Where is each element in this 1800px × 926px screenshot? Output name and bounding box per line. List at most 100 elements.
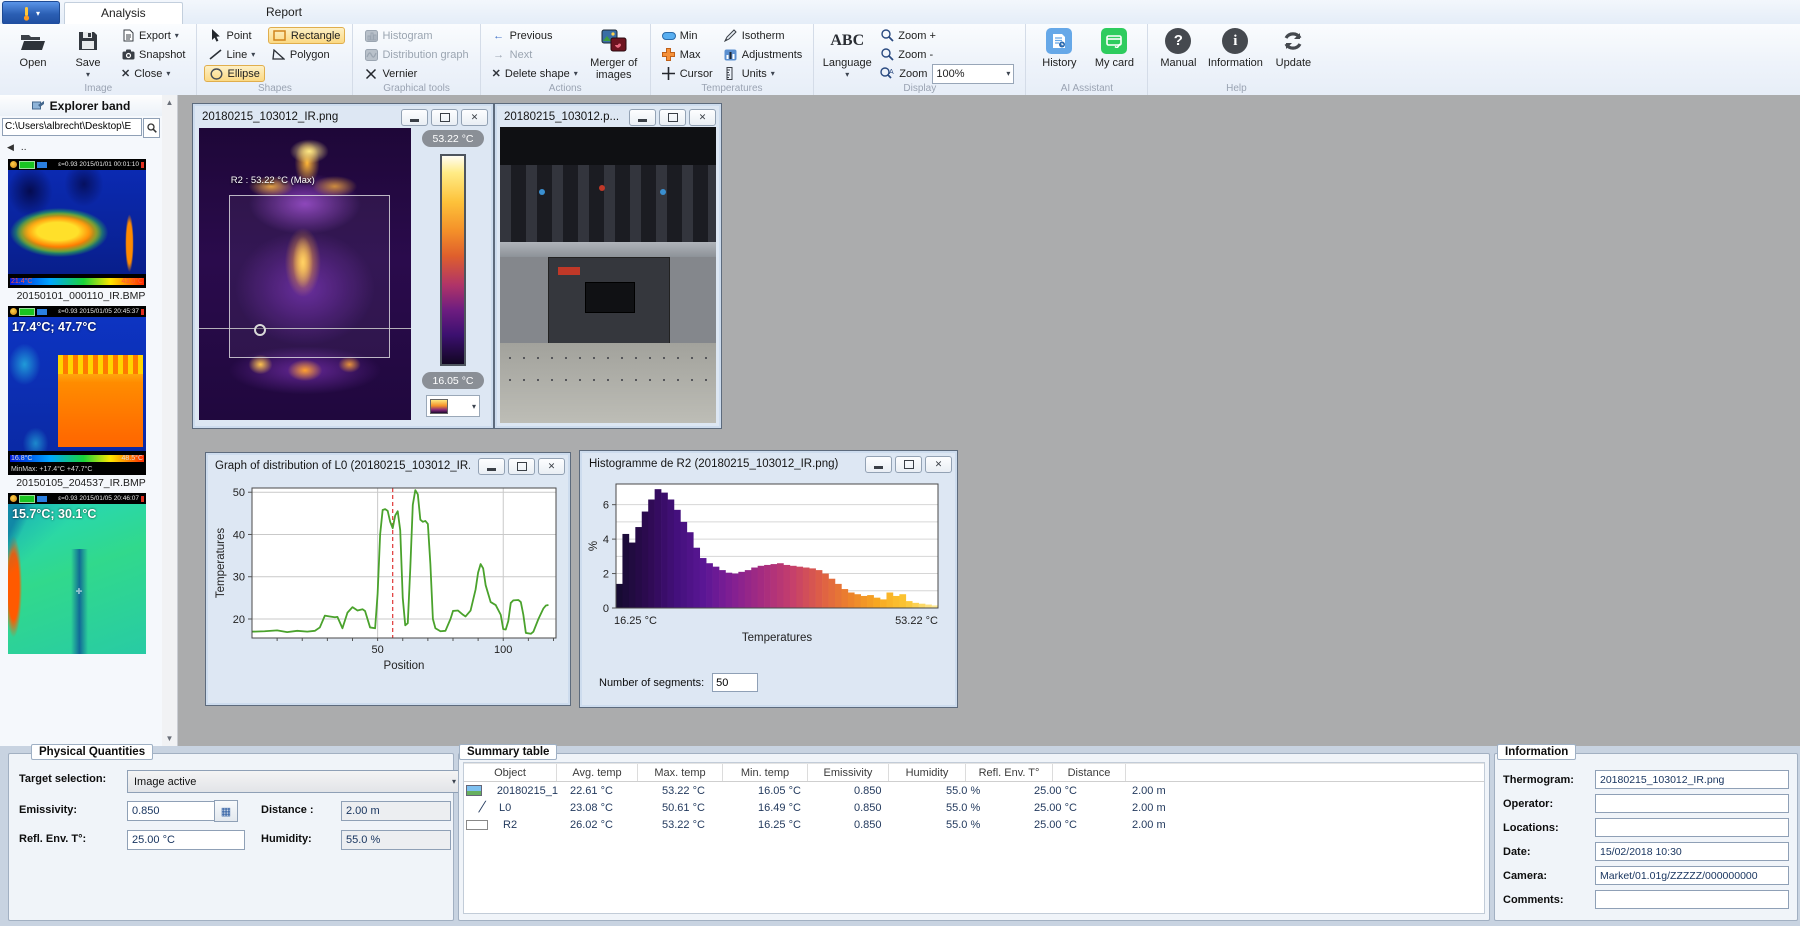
window-title-bar[interactable]: 20180215_103012.p... ✕ <box>495 104 721 127</box>
export-doc-icon <box>121 29 135 43</box>
crosshair-icon: ✛ <box>76 587 83 596</box>
refl-env-input[interactable]: 25.00 °C <box>127 830 245 850</box>
scroll-up-icon[interactable]: ▲ <box>162 95 177 110</box>
save-button[interactable]: Save ▾ <box>62 27 114 82</box>
window-title-bar[interactable]: 20180215_103012_IR.png ✕ <box>193 104 493 127</box>
tab-report[interactable]: Report <box>230 2 338 23</box>
merger-of-images-button[interactable]: Merger of images <box>585 27 643 82</box>
rectangle-button[interactable]: Rectangle <box>268 27 346 44</box>
min-button[interactable]: Min <box>658 27 717 44</box>
rectangle-icon <box>273 29 287 43</box>
polygon-button[interactable]: Polygon <box>268 46 346 63</box>
zoom-level-control: A Zoom 100%▾ <box>876 65 1018 82</box>
emissivity-input[interactable]: 0.850 <box>127 801 217 821</box>
window-title-bar[interactable]: Graph of distribution of L0 (20180215_10… <box>206 453 570 476</box>
zoom-in-button[interactable]: Zoom + <box>876 27 1018 44</box>
thermal-image[interactable]: R2 : 53.22 °C (Max) <box>199 128 411 420</box>
explorer-path-input[interactable]: C:\Users\albrecht\Desktop\E <box>2 118 142 136</box>
operator-input[interactable] <box>1595 794 1789 813</box>
close-window-button[interactable]: ✕ <box>538 458 565 475</box>
distance-input[interactable]: 2.00 m <box>341 801 451 821</box>
zoom-out-button[interactable]: Zoom - <box>876 46 1018 63</box>
battery-tip-icon <box>141 496 144 502</box>
language-button[interactable]: ABC Language ▾ <box>821 27 873 82</box>
emissivity-table-button[interactable]: ▦ <box>214 800 238 822</box>
ribbon-group-temperatures: Min Max Cursor Isotherm <box>651 24 815 95</box>
l0-line-shape[interactable] <box>199 328 411 329</box>
maximize-button[interactable] <box>659 109 686 126</box>
explorer-search-button[interactable] <box>143 118 160 138</box>
locations-input[interactable] <box>1595 818 1789 837</box>
back-arrow-icon: ◀ <box>7 142 14 153</box>
visible-photo-image[interactable] <box>500 127 716 423</box>
ellipse-button[interactable]: Ellipse <box>204 65 264 82</box>
close-window-button[interactable]: ✕ <box>925 456 952 473</box>
cursor-plus-icon <box>662 67 676 81</box>
update-refresh-icon <box>1281 28 1305 54</box>
my-card-button[interactable]: My card <box>1088 27 1140 70</box>
scroll-down-icon[interactable]: ▼ <box>162 731 177 746</box>
battery-tip-icon <box>141 162 144 168</box>
date-input[interactable]: 15/02/2018 10:30 <box>1595 842 1789 861</box>
humidity-input[interactable]: 55.0 % <box>341 830 451 850</box>
delete-shape-button[interactable]: ✕ Delete shape▾ <box>488 65 582 82</box>
histogram-window[interactable]: Histogramme de R2 (20180215_103012_IR.pn… <box>579 450 958 708</box>
summary-row-image[interactable]: 20180215_1 22.61 °C53.22 °C 16.05 °C0.85… <box>464 782 1484 799</box>
target-selection-select[interactable]: Image active ▾ <box>127 770 463 793</box>
maximize-button[interactable] <box>431 109 458 126</box>
thermal-image-window[interactable]: 20180215_103012_IR.png ✕ R2 : 53.22 °C (… <box>192 103 494 429</box>
thumbnail-20150101[interactable]: ε=0.93 2015/01/01 00:01:10 21.4°C43.0°C <box>8 159 146 288</box>
close-window-button[interactable]: ✕ <box>689 109 716 126</box>
zoom-percent-combobox[interactable]: 100%▾ <box>932 64 1014 84</box>
adjustments-button[interactable]: Adjustments <box>720 46 807 63</box>
units-button[interactable]: Units▾ <box>720 65 807 82</box>
thumbnail-20150105-204537[interactable]: ε=0.93 2015/01/05 20:45:37 17.4°C; 47.7°… <box>8 306 146 475</box>
close-button[interactable]: ✕ Close▾ <box>117 65 189 82</box>
summary-row-l0[interactable]: ╱L0 23.08 °C50.61 °C 16.49 °C0.850 55.0 … <box>464 799 1484 816</box>
svg-text:50: 50 <box>371 644 383 656</box>
max-button[interactable]: Max <box>658 46 717 63</box>
palette-combobox[interactable]: ▾ <box>426 395 480 417</box>
open-button[interactable]: Open <box>7 27 59 70</box>
information-button[interactable]: i Information <box>1204 27 1266 70</box>
palette-swatch-icon <box>430 399 448 414</box>
export-button[interactable]: Export▾ <box>117 27 189 44</box>
summary-row-r2[interactable]: R2 26.02 °C53.22 °C 16.25 °C0.850 55.0 %… <box>464 816 1484 833</box>
thumbnail-20150105-204607[interactable]: ε=0.93 2015/01/05 20:46:07 15.7°C; 30.1°… <box>8 493 146 654</box>
minimize-button[interactable] <box>865 456 892 473</box>
comments-input[interactable] <box>1595 890 1789 909</box>
update-button[interactable]: Update <box>1269 27 1317 70</box>
previous-button[interactable]: ← Previous <box>488 27 582 44</box>
close-window-button[interactable]: ✕ <box>461 109 488 126</box>
maximize-button[interactable] <box>895 456 922 473</box>
camera-input[interactable]: Market/01.01g/ZZZZZ/000000000 <box>1595 866 1789 885</box>
minimize-button[interactable] <box>401 109 428 126</box>
vernier-button[interactable]: Vernier <box>360 65 472 82</box>
histogram-button: Histogram <box>360 27 472 44</box>
window-title-bar[interactable]: Histogramme de R2 (20180215_103012_IR.pn… <box>580 451 957 474</box>
zoom-out-icon <box>880 48 894 62</box>
app-menu-button[interactable]: ▾ <box>2 1 60 25</box>
camera-logo-icon <box>10 495 17 502</box>
line-button[interactable]: Line▾ <box>204 46 264 63</box>
r2-rectangle-shape[interactable] <box>229 195 390 358</box>
manual-button[interactable]: ? Manual <box>1155 27 1201 70</box>
segments-input[interactable] <box>712 673 758 692</box>
isotherm-button[interactable]: Isotherm <box>720 27 807 44</box>
explorer-scrollbar[interactable]: ▲ ▼ <box>162 95 178 746</box>
minimize-button[interactable] <box>629 109 656 126</box>
history-button[interactable]: History <box>1033 27 1085 70</box>
summary-table-tab: Summary table <box>459 744 557 760</box>
tab-analysis[interactable]: Analysis <box>64 2 183 24</box>
explorer-up-item[interactable]: ◀ .. <box>0 139 162 155</box>
snapshot-button[interactable]: Snapshot <box>117 46 189 63</box>
mdi-workspace: 20180215_103012_IR.png ✕ R2 : 53.22 °C (… <box>178 95 1800 746</box>
minimize-button[interactable] <box>478 458 505 475</box>
photo-image-window[interactable]: 20180215_103012.p... ✕ <box>494 103 722 429</box>
maximize-button[interactable] <box>508 458 535 475</box>
temperature-color-scale[interactable] <box>440 154 466 366</box>
point-button[interactable]: Point <box>204 27 264 44</box>
thermogram-input[interactable]: 20180215_103012_IR.png <box>1595 770 1789 789</box>
cursor-button[interactable]: Cursor <box>658 65 717 82</box>
distribution-graph-window[interactable]: Graph of distribution of L0 (20180215_10… <box>205 452 571 706</box>
